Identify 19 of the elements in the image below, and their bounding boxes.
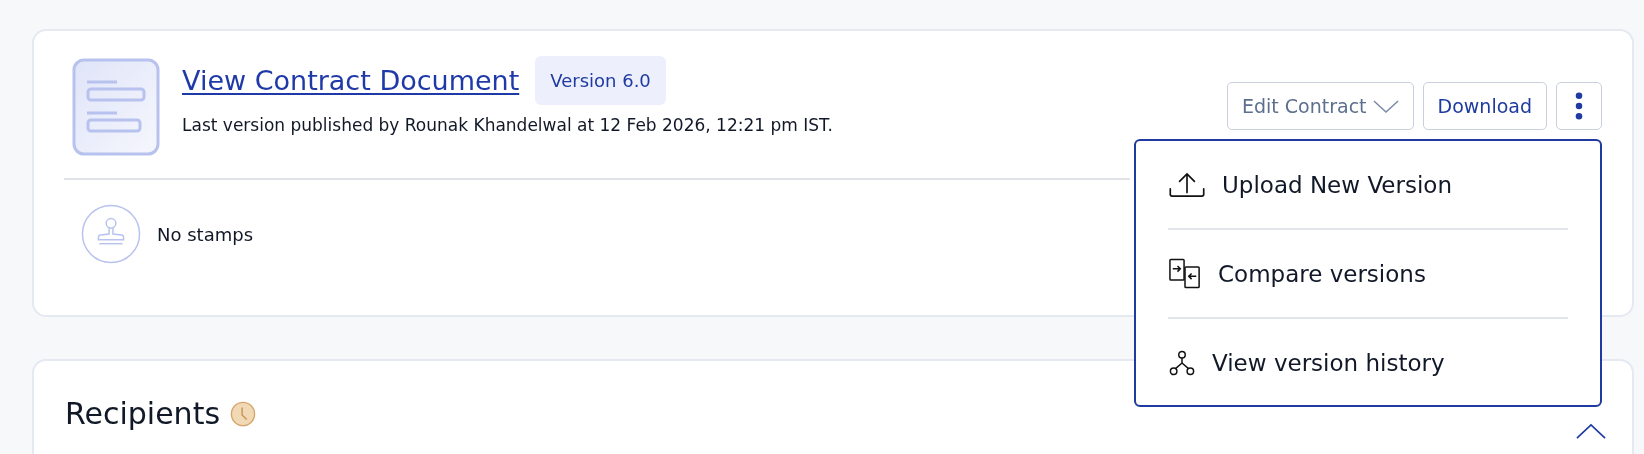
more-button[interactable] xyxy=(1556,82,1602,130)
stamps-status: No stamps xyxy=(157,223,253,245)
download-button[interactable]: Download xyxy=(1422,82,1547,130)
version-badge: Version 6.0 xyxy=(535,56,666,105)
stamp-icon xyxy=(81,204,141,264)
more-icon xyxy=(1574,92,1584,120)
edit-contract-button[interactable]: Edit Contract xyxy=(1226,82,1414,130)
document-icon xyxy=(72,58,160,156)
upload-icon xyxy=(1169,171,1205,198)
menu-item[interactable]: Upload New Version xyxy=(1168,141,1568,228)
branch-icon xyxy=(1169,349,1195,376)
compare-icon xyxy=(1169,258,1201,289)
menu-item[interactable]: Compare versions xyxy=(1168,228,1568,317)
collapse-toggle[interactable] xyxy=(1576,423,1606,440)
clock-icon xyxy=(230,400,257,427)
recipients-heading: Recipients xyxy=(65,396,221,431)
published-note: Last version published by Rounak Khandelwal at 12 Feb 2026, 12:21 pm IST. xyxy=(182,115,833,135)
caret-icon xyxy=(1372,98,1399,114)
document-link[interactable]: View Contract Document xyxy=(182,65,520,96)
